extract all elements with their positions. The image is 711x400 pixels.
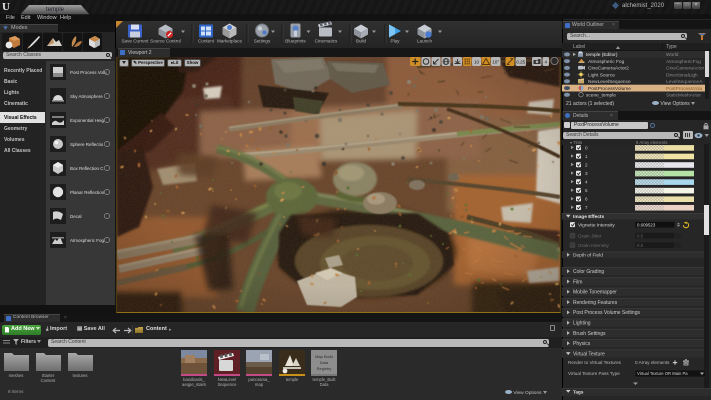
svg-text:Data: Data [320,360,329,365]
svg-text:Sequence: Sequence [218,382,238,387]
svg-text:textures: textures [73,373,88,378]
svg-text:5: 5 [585,188,588,193]
svg-text:Cinematics: Cinematics [315,39,338,44]
svg-text:4: 4 [585,180,588,185]
svg-text:0.0: 0.0 [637,243,644,248]
svg-text:Save Current: Save Current [121,39,149,44]
svg-text:Registry: Registry [317,366,332,371]
svg-text:0 Array elements: 0 Array elements [635,360,670,365]
svg-text:CineCameraActor: CineCameraActor [666,66,705,72]
svg-text:Build: Build [356,39,367,44]
svg-text:1: 1 [585,154,588,159]
svg-text:Depth of Field: Depth of Field [573,253,603,259]
svg-text:Vignette Intensity: Vignette Intensity [578,222,615,228]
svg-text:Sky Atmosphere: Sky Atmosphere [70,94,103,99]
svg-text:Settings: Settings [254,39,271,44]
svg-text:Post Process Volume Settings: Post Process Volume Settings [573,310,640,316]
svg-text:10°: 10° [492,59,499,64]
svg-text:LevelSequenceA: LevelSequenceA [666,79,703,85]
svg-text:Post Process Volu: Post Process Volu [70,70,107,75]
svg-text:Decal: Decal [70,214,82,219]
svg-text:PostProcessVolume: PostProcessVolume [588,86,631,92]
svg-text:Grain Intensity: Grain Intensity [578,243,610,249]
svg-text:Atmospheric Fog: Atmospheric Fog [588,59,625,65]
svg-text:3: 3 [585,171,588,176]
svg-text:0: 0 [585,145,588,150]
svg-text:temple: temple [286,377,299,382]
svg-text:Virtual Texture Pass Type: Virtual Texture Pass Type [568,371,620,376]
svg-text:2: 2 [585,162,588,167]
svg-text:Content: Content [41,378,57,383]
svg-text:Atmospheric Fog: Atmospheric Fog [70,238,105,243]
svg-text:Sphere Reflectio: Sphere Reflectio [70,142,104,147]
svg-text:Map Build: Map Build [315,354,333,359]
svg-text:Virtual Texture OR Main Pa: Virtual Texture OR Main Pa [637,371,688,376]
svg-text:Lighting: Lighting [573,321,591,327]
svg-text:DirectionalLigh: DirectionalLigh [666,72,698,78]
svg-text:10: 10 [474,59,480,64]
svg-text:Exponential Heig: Exponential Heig [70,118,105,123]
svg-text:0.609523: 0.609523 [637,222,656,227]
svg-text:Render to Virtual Textures: Render to Virtual Textures [568,360,622,365]
svg-text:Virtual Texture: Virtual Texture [573,351,605,357]
svg-text:6: 6 [585,197,588,202]
svg-text:Data: Data [320,382,330,387]
svg-text:Source Control: Source Control [150,39,181,44]
svg-text:PostProcessVolu: PostProcessVolu [666,86,703,92]
svg-text:Play: Play [391,39,401,44]
svg-text:Grain Jitter: Grain Jitter [578,233,602,239]
svg-text:Launch: Launch [417,39,433,44]
svg-text:meshes: meshes [9,373,24,378]
svg-text:scene_temple: scene_temple [586,93,616,99]
svg-text:Brush Settings: Brush Settings [573,331,606,337]
svg-text:Tags: Tags [573,390,584,395]
svg-text:7: 7 [585,205,588,210]
svg-text:Rendering Features: Rendering Features [573,300,618,306]
svg-text:World: World [666,52,679,58]
svg-text:Image Effects: Image Effects [573,214,605,220]
svg-text:Blueprints: Blueprints [285,39,306,44]
svg-text:CineCameraActor2: CineCameraActor2 [588,66,629,72]
svg-text:aeqpe_stairs: aeqpe_stairs [182,382,206,387]
svg-text:StaticMeshActor: StaticMeshActor [666,93,701,99]
svg-text:Mobile Tonemapper: Mobile Tonemapper [573,290,617,296]
svg-text:Film: Film [573,279,582,285]
svg-text:AtmosphericFog: AtmosphericFog [666,59,701,65]
svg-text:Color Grading: Color Grading [573,269,604,275]
svg-text:Marketplace: Marketplace [217,39,242,44]
svg-text:0.0: 0.0 [637,233,644,238]
svg-text:temple (Editor): temple (Editor) [586,52,618,58]
svg-text:Planar Reflection: Planar Reflection [70,190,105,195]
svg-text:Physics: Physics [573,341,591,347]
svg-text:NewLevelSequence: NewLevelSequence [588,79,631,85]
svg-text:0.25: 0.25 [516,59,525,64]
svg-text:map: map [255,382,264,387]
svg-text:Content: Content [198,39,215,44]
svg-text:Box Reflection C: Box Reflection C [70,166,104,171]
svg-text:Light Source: Light Source [588,72,615,78]
